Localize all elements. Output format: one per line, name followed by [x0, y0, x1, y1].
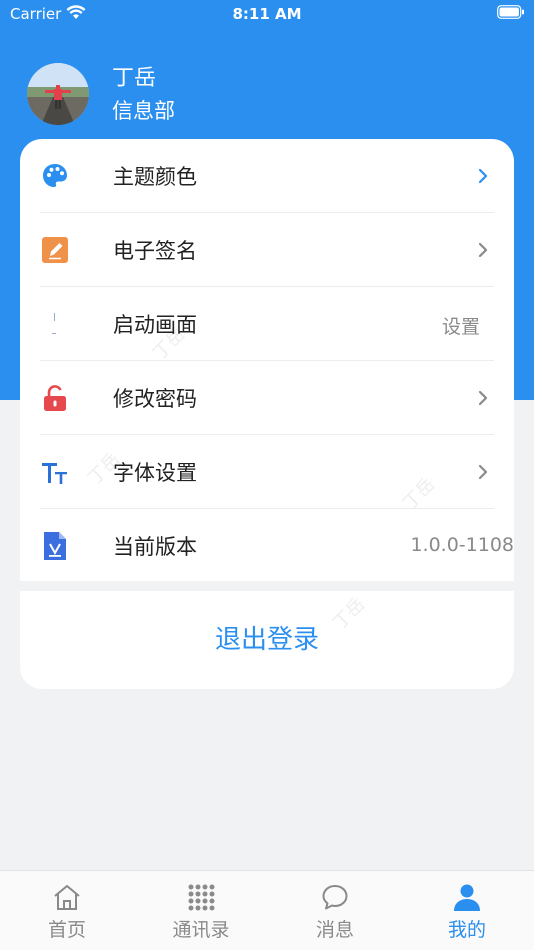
menu-item-launch-screen[interactable]: 启动画面 设置 [40, 287, 494, 361]
chevron-right-icon [478, 168, 488, 184]
avatar[interactable] [27, 63, 89, 125]
chevron-right-icon [478, 390, 488, 406]
palette-icon [43, 164, 67, 187]
launch-screen-setting[interactable]: 设置 [442, 312, 480, 339]
menu-label: 字体设置 [113, 461, 197, 485]
tab-label: 首页 [47, 919, 86, 941]
user-icon [454, 884, 480, 911]
grid-icon [188, 884, 215, 911]
user-name: 丁岳 [112, 66, 157, 91]
user-department: 信息部 [112, 99, 175, 123]
menu-label: 电子签名 [113, 239, 197, 263]
menu-label: 当前版本 [113, 535, 197, 559]
chevron-right-icon [478, 242, 488, 258]
menu-item-change-password[interactable]: 修改密码 [40, 361, 494, 435]
logout-button[interactable]: 退出登录 [20, 591, 514, 689]
menu-item-e-signature[interactable]: 电子签名 [40, 213, 494, 287]
tab-bar: 首页 通讯录 消息 我的 [0, 870, 534, 950]
menu-item-font-settings[interactable]: 字体设置 [40, 435, 494, 509]
font-icon [42, 463, 67, 484]
tab-mine[interactable]: 我的 [400, 871, 534, 950]
launch-screen-icon [52, 313, 56, 334]
menu-label: 修改密码 [113, 387, 197, 411]
menu-item-theme-color[interactable]: 主题颜色 [40, 139, 494, 213]
menu-item-current-version: 当前版本 1.0.0-1108 [40, 509, 514, 583]
home-icon [54, 885, 80, 910]
chat-icon [322, 885, 348, 910]
battery-icon [497, 5, 524, 19]
tab-label: 我的 [447, 919, 486, 941]
tab-messages[interactable]: 消息 [268, 871, 402, 950]
tab-label: 消息 [315, 919, 354, 941]
logout-card: 退出登录 [20, 591, 514, 689]
tab-home[interactable]: 首页 [0, 871, 134, 950]
tab-label: 通讯录 [172, 919, 230, 941]
settings-card: 主题颜色 电子签名 启动画面 设置 修改密码 字体设置 当前版本 1.0.0-1… [20, 139, 514, 581]
menu-label: 主题颜色 [113, 165, 197, 189]
status-bar: Carrier 8:11 AM [0, 0, 534, 30]
clock: 8:11 AM [232, 5, 302, 23]
lock-icon [44, 385, 66, 411]
chevron-right-icon [478, 464, 488, 480]
tab-contacts[interactable]: 通讯录 [134, 871, 268, 950]
version-file-icon [44, 532, 66, 560]
version-value: 1.0.0-1108 [410, 534, 514, 556]
menu-label: 启动画面 [113, 313, 197, 337]
pen-icon [42, 237, 68, 263]
